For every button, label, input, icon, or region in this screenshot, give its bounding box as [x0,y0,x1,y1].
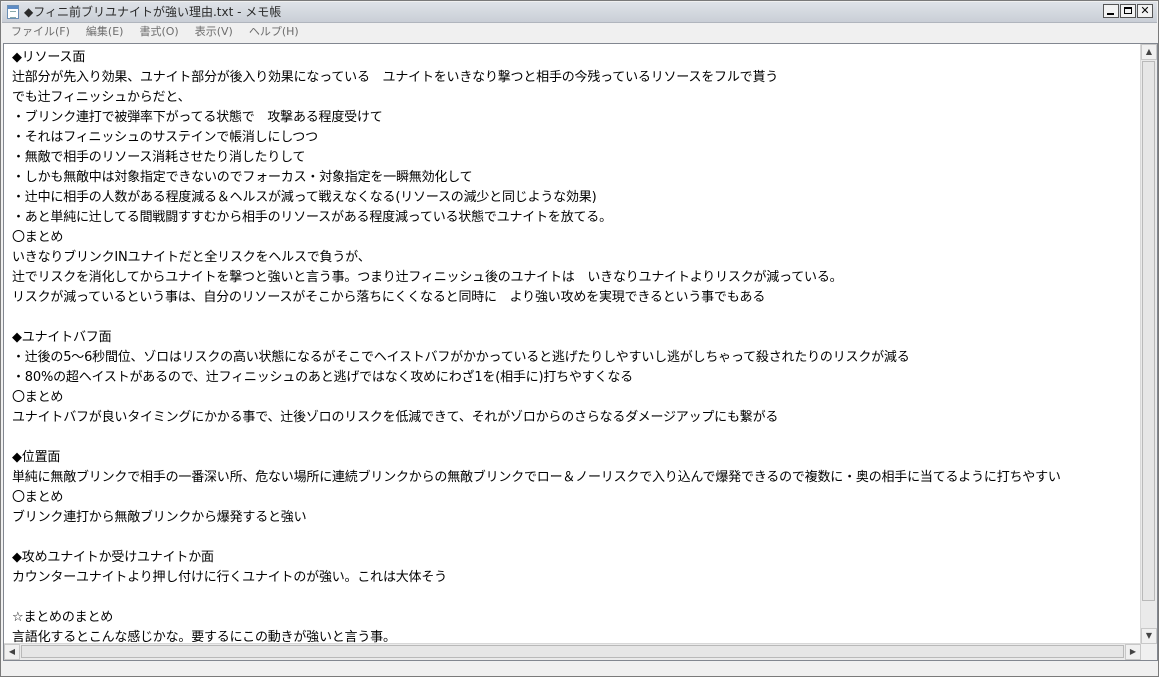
text-line: 言語化するとこんな感じかな。要するにこの動きが強いと言う事。 [12,630,396,644]
text-line: ・辻後の5～6秒間位、ゾロはリスクの高い状態になるがそこでヘイストバフがかかって… [12,350,910,365]
text-line: カウンターユナイトより押し付けに行くユナイトのが強い。これは大体そう [12,570,447,585]
text-line: ・ブリンク連打で被弾率下がってる状態で 攻撃ある程度受けて [12,110,383,125]
text-line: リスクが減っているという事は、自分のリソースがそこから落ちにくくなると同時に よ… [12,290,766,305]
arrow-down-icon: ▼ [1145,631,1153,640]
text-line: ・あと単純に辻してる間戦闘すすむから相手のリソースがある程度減っている状態でユナ… [12,210,612,225]
horizontal-scrollbar[interactable]: ◀ ▶ [4,643,1141,660]
scroll-up-button[interactable]: ▲ [1141,44,1157,60]
text-line: ユナイトバフが良いタイミングにかかる事で、辻後ゾロのリスクを低減できて、それがゾ… [12,410,779,425]
notepad-window: ◆フィニ前ブリユナイトが強い理由.txt - メモ帳 ✕ ファイル(F) 編集(… [0,0,1159,677]
window-controls: ✕ [1103,4,1153,18]
text-line: ◆位置面 [12,450,61,465]
vertical-scrollbar[interactable]: ▲ ▼ [1140,44,1157,644]
text-line: 単純に無敵ブリンクで相手の一番深い所、危ない場所に連続ブリンクからの無敵ブリンク… [12,470,1061,485]
scroll-down-button[interactable]: ▼ [1141,628,1157,644]
vertical-scroll-thumb[interactable] [1142,61,1155,601]
window-title: ◆フィニ前ブリユナイトが強い理由.txt - メモ帳 [24,5,282,19]
arrow-left-icon: ◀ [8,647,16,656]
text-line: ・辻中に相手の人数がある程度減る＆ヘルスが減って戦えなくなる(リソースの減少と同… [12,190,597,205]
text-line [12,308,1139,328]
text-line: ・無敵で相手のリソース消耗させたり消したりして [12,150,306,165]
maximize-icon [1124,7,1132,14]
document-text[interactable]: ◆リソース面 辻部分が先入り効果、ユナイト部分が後入り効果になっている ユナイト… [12,48,1139,644]
text-line: 辻部分が先入り効果、ユナイト部分が後入り効果になっている ユナイトをいきなり撃つ… [12,70,779,85]
size-grip[interactable] [1141,644,1157,660]
maximize-button[interactable] [1120,4,1136,18]
text-line: いきなりブリンクINユナイトだと全リスクをヘルスで負うが、 [12,250,371,265]
text-line: ・80%の超ヘイストがあるので、辻フィニッシュのあと逃げではなく攻めにわざ1を(… [12,370,633,385]
text-line: ◆リソース面 [12,50,86,65]
menu-edit[interactable]: 編集(E) [77,23,131,41]
text-line [12,428,1139,448]
scroll-left-button[interactable]: ◀ [4,644,20,660]
text-line: でも辻フィニッシュからだと、 [12,90,191,105]
scroll-right-button[interactable]: ▶ [1125,644,1141,660]
text-line: 〇まとめ [12,230,64,245]
text-line: 辻でリスクを消化してからユナイトを撃つと強いと言う事。つまり辻フィニッシュ後のユ… [12,270,843,285]
notepad-icon[interactable] [7,5,19,19]
text-line: ◆ユナイトバフ面 [12,330,112,345]
menu-view[interactable]: 表示(V) [186,23,240,41]
title-bar[interactable]: ◆フィニ前ブリユナイトが強い理由.txt - メモ帳 ✕ [2,2,1157,23]
text-editor[interactable]: ◆リソース面 辻部分が先入り効果、ユナイト部分が後入り効果になっている ユナイト… [3,43,1158,661]
text-line: ブリンク連打から無敵ブリンクから爆発すると強い [12,510,307,525]
text-line: ・それはフィニッシュのサステインで帳消しにしつつ [12,130,318,145]
arrow-up-icon: ▲ [1145,47,1153,56]
close-button[interactable]: ✕ [1137,4,1153,18]
text-line [12,588,1139,608]
minimize-button[interactable] [1103,4,1119,18]
text-line: ◆攻めユナイトか受けユナイトか面 [12,550,214,565]
horizontal-scroll-thumb[interactable] [21,645,1124,658]
arrow-right-icon: ▶ [1129,647,1137,656]
minimize-icon [1107,13,1114,15]
menu-format[interactable]: 書式(O) [130,23,185,41]
text-line: 〇まとめ [12,490,64,505]
text-line: ・しかも無敵中は対象指定できないのでフォーカス・対象指定を一瞬無効化して [12,170,473,185]
menu-help[interactable]: ヘルプ(H) [240,23,306,41]
menu-bar: ファイル(F) 編集(E) 書式(O) 表示(V) ヘルプ(H) [2,23,1157,41]
menu-file[interactable]: ファイル(F) [2,23,77,41]
text-line: ☆まとめのまとめ [12,610,114,625]
text-line [12,528,1139,548]
text-line: 〇まとめ [12,390,64,405]
close-icon: ✕ [1140,4,1150,17]
